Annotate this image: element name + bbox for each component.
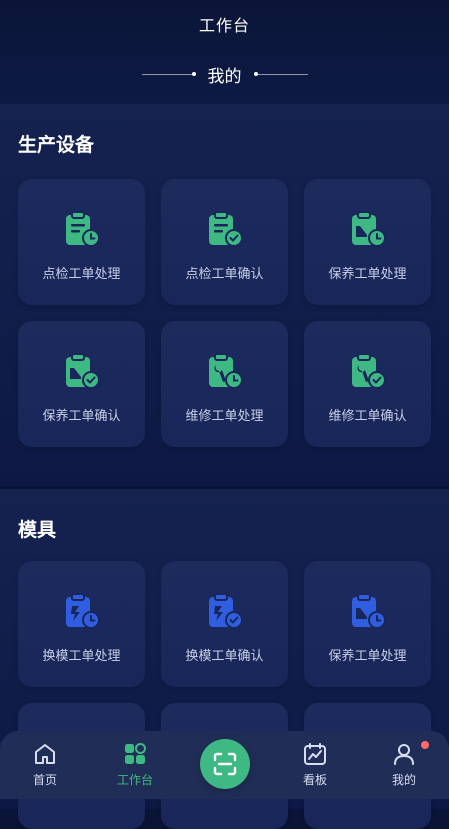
nav-label: 首页 bbox=[32, 773, 57, 787]
section-title: 生产设备 bbox=[18, 134, 95, 156]
nav-workbench[interactable]: 工作台 bbox=[100, 739, 170, 795]
clipboard-check-icon bbox=[204, 209, 246, 251]
card-repair-process[interactable]: 维修工单处理 bbox=[161, 321, 288, 447]
home-icon bbox=[35, 744, 55, 764]
wrench-clipboard-clock-icon bbox=[204, 351, 246, 393]
nav-mine[interactable]: 我的 bbox=[369, 739, 439, 795]
card-label: 保养工单处理 bbox=[328, 649, 407, 664]
card-label: 换模工单处理 bbox=[42, 649, 121, 664]
nav-label: 看板 bbox=[302, 773, 327, 787]
oilcan-clipboard-check-icon bbox=[61, 351, 103, 393]
divider-left bbox=[141, 71, 196, 76]
mold-change-clipboard-clock-icon bbox=[61, 591, 103, 633]
section-production-equipment: 生产设备 点检工单处理 点检工单确认 保养工单处理 保养工单确认 维修工单处理 … bbox=[0, 104, 449, 486]
nav-home[interactable]: 首页 bbox=[10, 739, 80, 795]
card-label: 换模工单确认 bbox=[185, 649, 264, 664]
card-label: 维修工单处理 bbox=[185, 409, 264, 424]
card-repair-confirm[interactable]: 维修工单确认 bbox=[304, 321, 431, 447]
card-label: 维修工单确认 bbox=[328, 409, 407, 424]
oilcan-clipboard-clock-icon bbox=[347, 591, 389, 633]
subheader: 我的 bbox=[0, 62, 449, 87]
nav-label: 我的 bbox=[391, 773, 416, 787]
calendar-chart-icon bbox=[304, 743, 326, 765]
card-maintenance-confirm[interactable]: 保养工单确认 bbox=[18, 321, 145, 447]
card-mold-change-confirm[interactable]: 换模工单确认 bbox=[161, 561, 288, 687]
nav-dashboard[interactable]: 看板 bbox=[280, 739, 350, 795]
wrench-clipboard-check-icon bbox=[347, 351, 389, 393]
scan-button[interactable] bbox=[200, 739, 250, 789]
subheader-title: 我的 bbox=[207, 66, 242, 87]
section-title: 模具 bbox=[18, 519, 57, 541]
scan-icon bbox=[213, 752, 237, 776]
card-mold-maintenance-process[interactable]: 保养工单处理 bbox=[304, 561, 431, 687]
card-label: 点检工单确认 bbox=[185, 267, 264, 282]
card-label: 保养工单确认 bbox=[42, 409, 121, 424]
page-title: 工作台 bbox=[198, 16, 250, 35]
card-maintenance-process[interactable]: 保养工单处理 bbox=[304, 179, 431, 305]
user-icon bbox=[394, 744, 414, 765]
notification-badge bbox=[421, 741, 429, 749]
card-mold-change-process[interactable]: 换模工单处理 bbox=[18, 561, 145, 687]
grid-icon bbox=[125, 743, 146, 764]
oilcan-clipboard-clock-icon bbox=[347, 209, 389, 251]
card-label: 保养工单处理 bbox=[328, 267, 407, 282]
nav-label: 工作台 bbox=[116, 773, 153, 787]
clipboard-clock-icon bbox=[61, 209, 103, 251]
divider-right bbox=[253, 71, 308, 76]
card-spot-check-process[interactable]: 点检工单处理 bbox=[18, 179, 145, 305]
card-label: 点检工单处理 bbox=[42, 267, 121, 282]
top-bar: 工作台 我的 bbox=[0, 0, 449, 104]
mold-change-clipboard-check-icon bbox=[204, 591, 246, 633]
card-spot-check-confirm[interactable]: 点检工单确认 bbox=[161, 179, 288, 305]
